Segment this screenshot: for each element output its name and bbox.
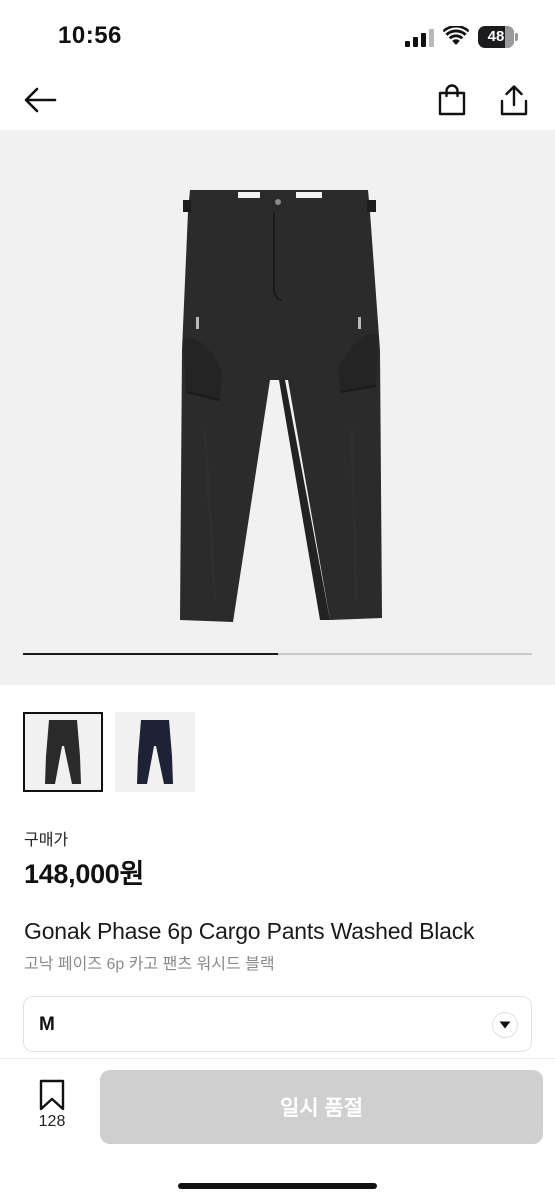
carousel-progress-fill — [23, 653, 278, 655]
signal-icon — [405, 29, 434, 47]
thumbnail-black-image — [45, 720, 81, 784]
sold-out-button[interactable]: 일시 품절 — [100, 1070, 543, 1144]
bookmark-icon — [39, 1079, 65, 1111]
share-button[interactable] — [494, 80, 534, 120]
product-photo — [180, 190, 382, 622]
price-label: 구매가 — [24, 832, 69, 849]
wishlist-count: 128 — [38, 1113, 66, 1130]
shopping-bag-icon — [438, 84, 466, 116]
chevron-down-icon — [492, 1012, 518, 1038]
back-button[interactable] — [20, 80, 60, 120]
home-indicator — [178, 1183, 377, 1189]
thumbnail-black[interactable] — [23, 712, 103, 792]
product-name-en: Gonak Phase 6p Cargo Pants Washed Black — [24, 918, 475, 944]
thumbnail-list — [23, 712, 195, 792]
product-image-carousel[interactable] — [0, 130, 555, 685]
price-value: 148,000원 — [24, 859, 145, 889]
product-name-ko: 고낙 페이즈 6p 카고 팬츠 워시드 블랙 — [24, 956, 275, 973]
status-bar: 10:56 48 — [0, 0, 555, 70]
wishlist-button[interactable]: 128 — [30, 1079, 74, 1135]
carousel-progress-track — [23, 653, 532, 655]
thumbnail-navy-image — [137, 720, 173, 784]
bottom-action-bar: 128 일시 품절 — [0, 1058, 555, 1200]
status-time: 10:56 — [58, 22, 122, 49]
size-selected-value: M — [39, 1014, 55, 1035]
nav-bar — [0, 70, 555, 130]
battery-level: 48 — [487, 28, 505, 45]
shopping-bag-button[interactable] — [432, 80, 472, 120]
thumbnail-navy[interactable] — [115, 712, 195, 792]
share-icon — [500, 85, 528, 116]
size-select[interactable]: M — [23, 996, 532, 1052]
wifi-icon — [443, 26, 469, 45]
battery-icon: 48 — [478, 26, 518, 48]
back-arrow-icon — [24, 87, 57, 113]
